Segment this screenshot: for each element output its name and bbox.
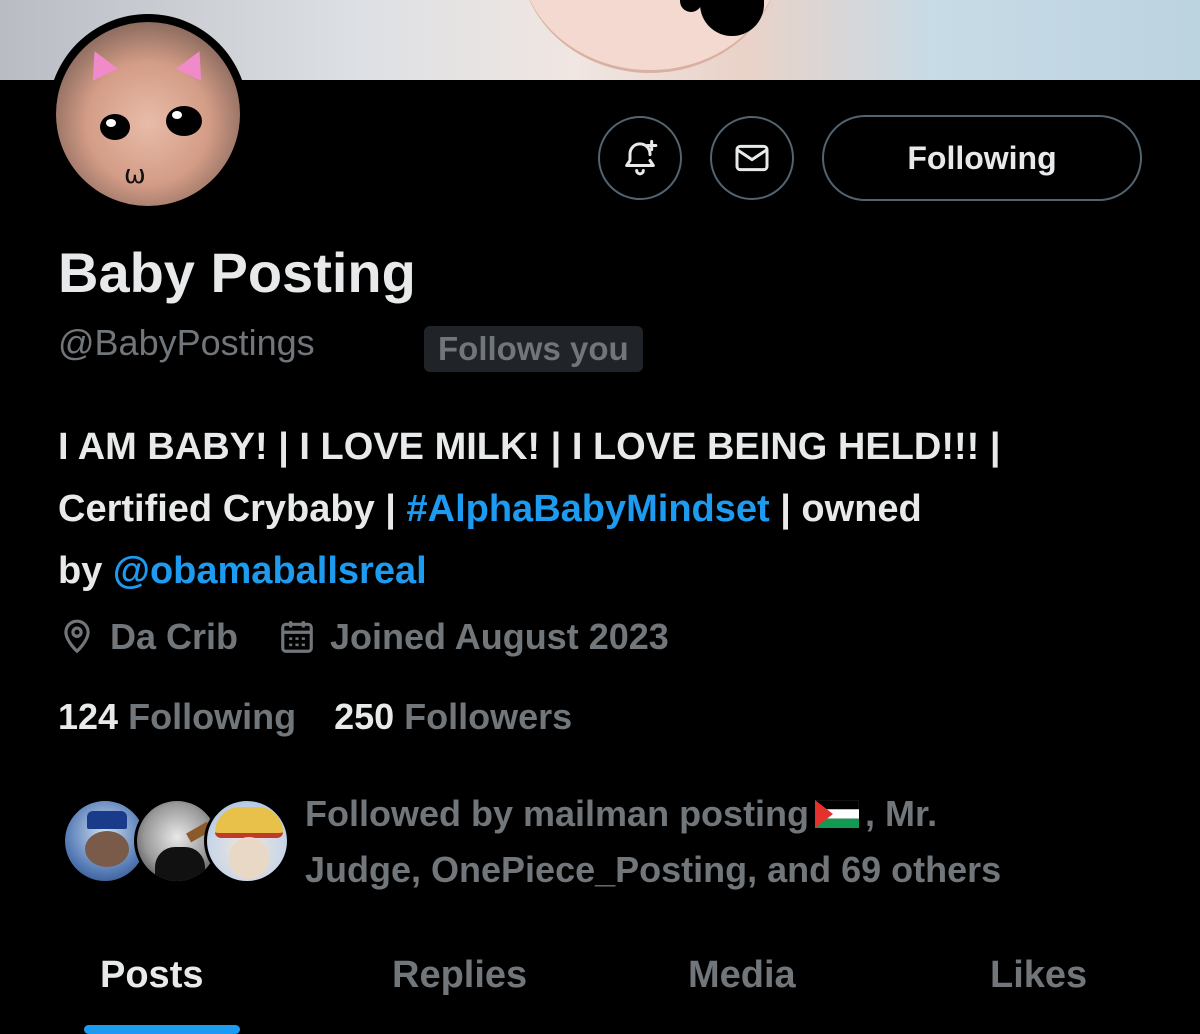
- followed-by-line-1: Followed by mailman posting , Mr.: [305, 786, 1105, 842]
- tab-media[interactable]: Media: [688, 940, 796, 1010]
- palestine-flag-icon: [814, 788, 860, 828]
- notifications-button[interactable]: [598, 116, 682, 200]
- tab-posts[interactable]: Posts: [100, 940, 203, 1010]
- profile-meta: Da Crib Joined August 2023: [58, 612, 709, 662]
- following-count-link[interactable]: 124 Following: [58, 696, 296, 737]
- join-date: Joined August 2023: [278, 616, 669, 658]
- calendar-icon: [281, 621, 313, 653]
- follow-counts: 124 Following 250 Followers: [58, 696, 600, 738]
- followers-count-link[interactable]: 250 Followers: [334, 696, 572, 737]
- bio-line-3: by @obamaballsreal: [58, 540, 1158, 602]
- tab-replies[interactable]: Replies: [392, 940, 527, 1010]
- message-button[interactable]: [710, 116, 794, 200]
- avatar-eye-right: [166, 106, 202, 136]
- following-label: Following: [128, 696, 297, 737]
- following-button[interactable]: Following: [822, 115, 1142, 201]
- follower-avatar-onepiece[interactable]: [204, 798, 290, 884]
- bio-line-1: I AM BABY! | I LOVE MILK! | I LOVE BEING…: [58, 426, 1001, 468]
- mention-link[interactable]: @obamaballsreal: [113, 550, 427, 592]
- avatar-image: ω: [56, 22, 240, 206]
- straw-hat-icon: [215, 807, 283, 838]
- location-text: Da Crib: [110, 616, 239, 657]
- avatar-eye-left: [100, 114, 130, 140]
- followed-by-line-2: Judge, OnePiece_Posting, and 69 others: [305, 849, 1002, 890]
- location: Da Crib: [58, 616, 238, 658]
- cat-ear-left: [81, 45, 119, 81]
- hashtag-link[interactable]: #AlphaBabyMindset: [407, 488, 770, 530]
- bell-plus-icon: [625, 139, 658, 176]
- judge-robe: [155, 847, 205, 881]
- cat-face: [229, 837, 269, 879]
- tab-likes[interactable]: Likes: [990, 940, 1087, 1010]
- profile-tabs: Posts Replies Media Likes: [0, 940, 1200, 1034]
- profile-handle: @BabyPostings: [58, 322, 315, 363]
- bio-text: | owned: [769, 488, 922, 530]
- bio-text: Certified Crybaby |: [58, 488, 407, 530]
- mailman-cap: [87, 811, 127, 829]
- followers-count: 250: [334, 696, 395, 737]
- profile-bio: I AM BABY! | I LOVE MILK! | I LOVE BEING…: [58, 416, 1158, 602]
- following-count: 124: [58, 696, 119, 737]
- followed-by-part-1: Followed by mailman posting: [305, 793, 810, 834]
- join-date-text: Joined August 2023: [330, 616, 669, 657]
- cat-ear-right: [175, 45, 213, 81]
- envelope-icon: [735, 144, 769, 172]
- followers-label: Followers: [404, 696, 573, 737]
- active-tab-indicator: [84, 1025, 240, 1034]
- followed-by-text[interactable]: Followed by mailman posting , Mr. Judge, …: [305, 786, 1105, 898]
- profile-avatar[interactable]: ω: [48, 14, 248, 214]
- profile-name: Baby Posting: [58, 241, 416, 304]
- followed-by-part-2: , Mr.: [865, 793, 938, 834]
- bio-line-2: Certified Crybaby | #AlphaBabyMindset | …: [58, 478, 1158, 540]
- mailman-face: [85, 831, 129, 867]
- location-pin-icon: [64, 619, 90, 654]
- bio-text: by: [58, 550, 113, 592]
- avatar-mouth: ω: [124, 160, 146, 190]
- follows-you-badge: Follows you: [424, 326, 643, 372]
